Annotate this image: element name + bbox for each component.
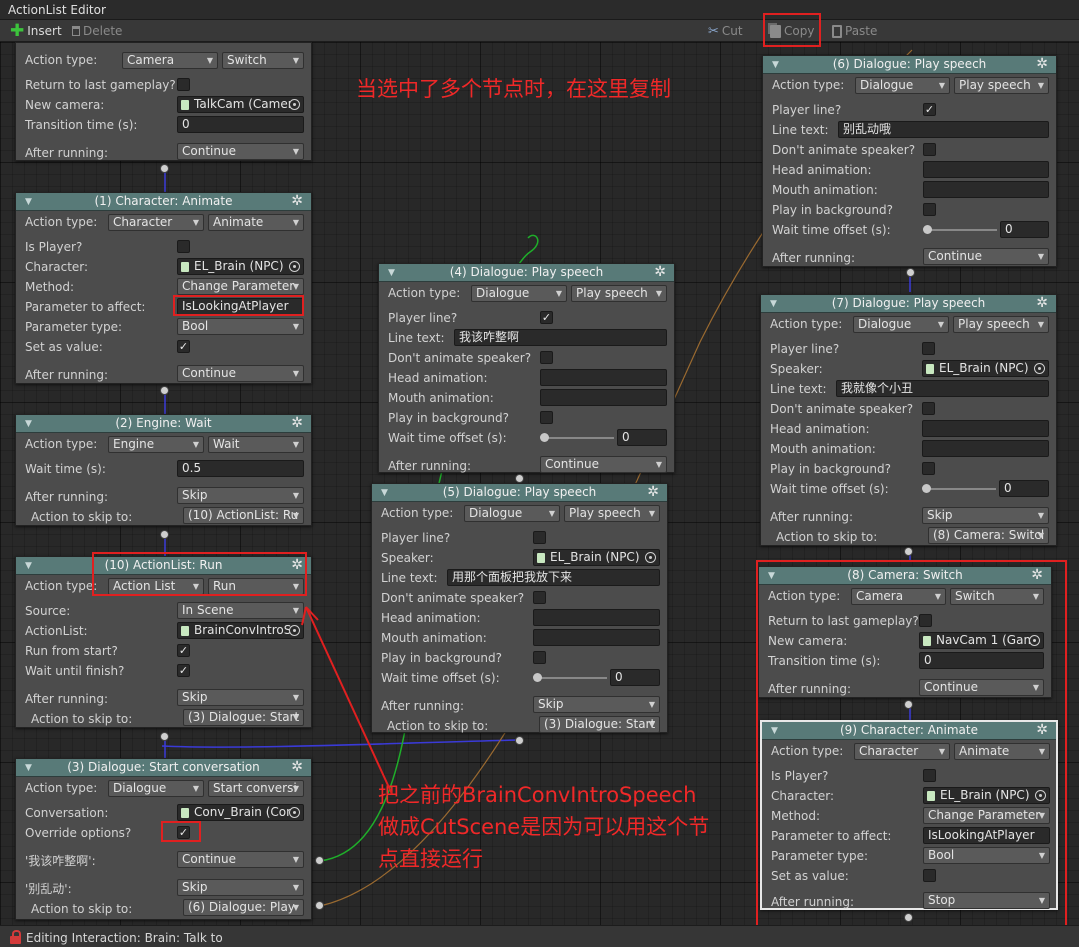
trash-icon [72,26,80,36]
plus-icon: ✚ [10,21,25,41]
annotation-box-copy [763,13,821,47]
cut-label: Cut [721,24,743,38]
status-text: Editing Interaction: Brain: Talk to [26,931,223,945]
delete-button[interactable]: Delete [72,22,122,40]
paste-button[interactable]: Paste [832,22,877,40]
insert-button[interactable]: ✚ Insert [10,22,62,40]
scissors-icon: ✂ [708,23,719,39]
annotation-arrow-line [305,606,393,795]
insert-label: Insert [27,24,62,38]
paste-label: Paste [845,24,878,38]
node-canvas[interactable]: Action type: Camera ▼ Switch ▼ Return to l… [0,42,1079,925]
delete-label: Delete [83,24,123,38]
status-bar: Editing Interaction: Brain: Talk to [0,925,1079,947]
toolbar: ✚ Insert Delete ✂ Cut Copy Paste [0,20,1079,42]
clipboard-icon [832,24,842,38]
cut-button[interactable]: ✂ Cut [708,22,743,40]
window-title: ActionList Editor [0,0,1079,20]
lock-icon [10,930,21,944]
annotation-arrows [301,606,393,795]
